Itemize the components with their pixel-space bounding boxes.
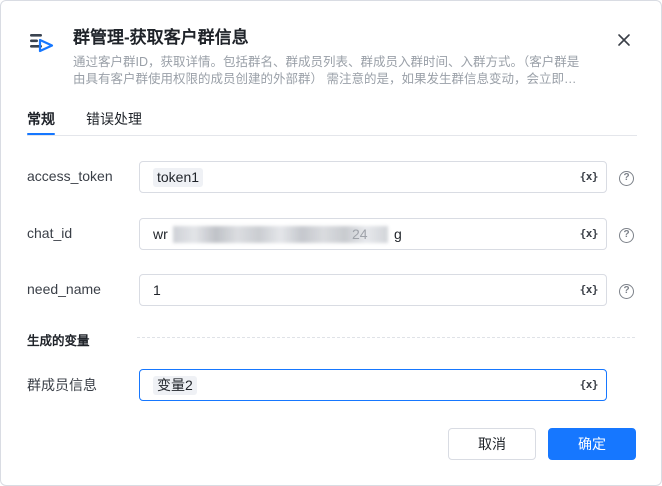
output-variable-chip: 变量2 — [153, 376, 197, 395]
close-icon[interactable] — [617, 33, 631, 47]
chat-id-label: chat_id — [27, 225, 73, 241]
chat-id-value-suffix: g — [394, 226, 402, 242]
insert-variable-button[interactable]: {x} — [580, 170, 599, 184]
workflow-app-icon — [30, 34, 54, 53]
dialog-description: 通过客户群ID，获取详情。包括群名、群成员列表、群成员入群时间、入群方式。（客户… — [73, 54, 613, 88]
section-divider — [137, 337, 635, 338]
access-token-input[interactable]: token1 {x} — [139, 161, 607, 193]
insert-variable-button[interactable]: {x} — [580, 227, 599, 241]
tab-general[interactable]: 常规 — [27, 109, 55, 135]
description-line-2: 由具有客户群使用权限的成员创建的外部群） 需注意的是，如果发生群信息变动，会立即… — [73, 72, 577, 86]
chat-id-input[interactable]: wr 24 g {x} — [139, 218, 607, 250]
need-name-label: need_name — [27, 281, 101, 297]
help-icon[interactable]: ? — [619, 284, 634, 299]
dialog: 群管理-获取客户群信息 通过客户群ID，获取详情。包括群名、群成员列表、群成员入… — [0, 0, 662, 486]
help-icon[interactable]: ? — [619, 228, 634, 243]
chat-id-value-prefix: wr — [153, 226, 168, 242]
help-icon[interactable]: ? — [619, 171, 634, 186]
group-members-output-input[interactable]: 变量2 {x} — [139, 369, 607, 401]
insert-variable-button[interactable]: {x} — [580, 378, 599, 392]
group-members-label: 群成员信息 — [27, 377, 97, 393]
access-token-label: access_token — [27, 168, 113, 184]
confirm-button[interactable]: 确定 — [548, 428, 636, 460]
description-line-1: 通过客户群ID，获取详情。包括群名、群成员列表、群成员入群时间、入群方式。（客户… — [73, 55, 580, 69]
chat-id-value-mid: 24 — [352, 226, 368, 242]
generated-variables-title: 生成的变量 — [27, 334, 90, 348]
dialog-title: 群管理-获取客户群信息 — [73, 28, 249, 47]
insert-variable-button[interactable]: {x} — [580, 283, 599, 297]
need-name-input[interactable]: 1 {x} — [139, 274, 607, 306]
access-token-chip: token1 — [153, 168, 204, 187]
need-name-value: 1 — [153, 282, 161, 298]
cancel-button[interactable]: 取消 — [448, 428, 536, 460]
tab-bar: 常规 错误处理 — [27, 109, 637, 136]
tab-error-handling[interactable]: 错误处理 — [86, 109, 142, 129]
